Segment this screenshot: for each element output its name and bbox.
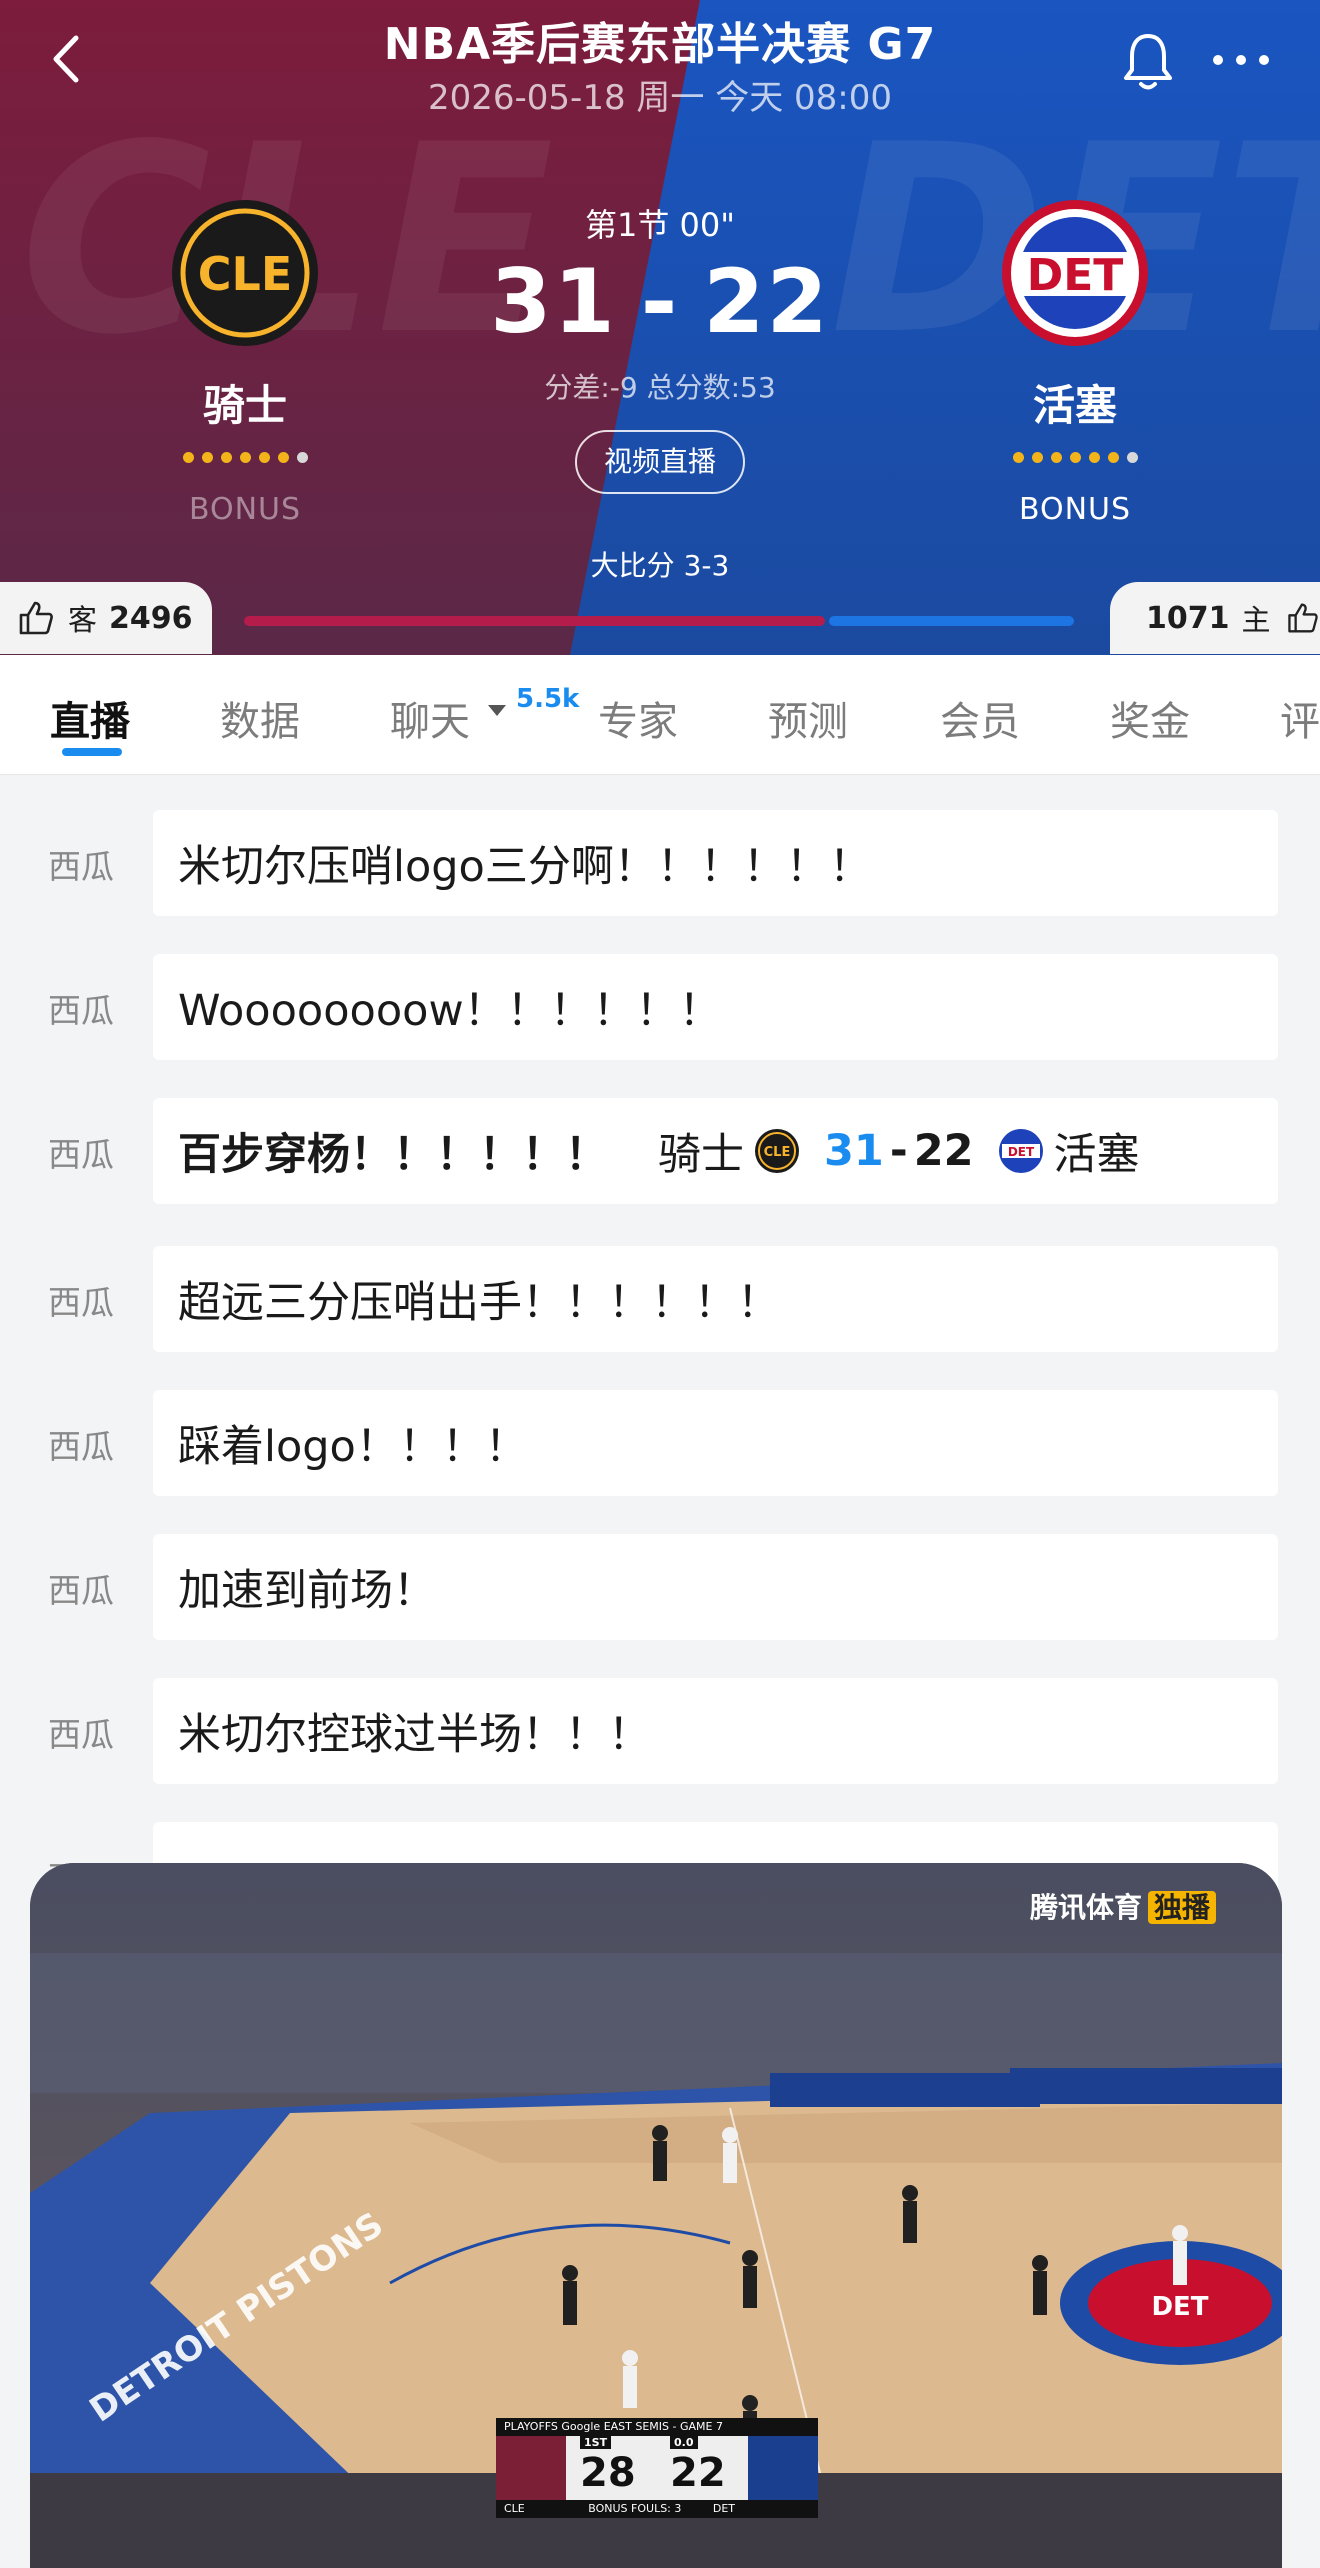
court-center-logo: DET — [1151, 2292, 1208, 2322]
tab-prize[interactable]: 奖金 — [1110, 689, 1190, 747]
comment-bubble: 加速到前场！ — [153, 1534, 1278, 1640]
tab-predict[interactable]: 预测 — [768, 689, 848, 747]
comment-text: 百步穿杨！！！！！！ — [178, 1130, 608, 1180]
score-line-home-score: 31 — [824, 1126, 884, 1176]
score-bug-header: PLAYOFFS Google EAST SEMIS - GAME 7 — [496, 2418, 818, 2436]
comment-author: 西瓜 — [48, 1283, 114, 1322]
comment-text: 超远三分压哨出手！！！！！！ — [178, 1278, 780, 1328]
score-separator: - — [640, 250, 680, 353]
score-diff-total: 分差:-9 总分数:53 — [544, 371, 776, 404]
svg-text:CLE: CLE — [764, 1145, 791, 1160]
score-right: 22 — [703, 250, 830, 353]
comment-text: 踩着logo！！！！ — [178, 1422, 528, 1472]
home-like-label: 主 — [1241, 603, 1271, 637]
comment-text: 米切尔控球过半场！！！ — [178, 1710, 651, 1760]
tab-data[interactable]: 数据 — [220, 689, 300, 747]
more-icon[interactable] — [1206, 30, 1276, 90]
svg-text:CLE: CLE — [198, 247, 293, 301]
active-tab-indicator — [62, 748, 122, 756]
score-bug-left-score: 28 — [580, 2450, 636, 2496]
cavaliers-logo[interactable]: CLE — [170, 198, 320, 348]
tv-score-bug: PLAYOFFS Google EAST SEMIS - GAME 7 28 2… — [496, 2418, 818, 2518]
watermark-text: 腾讯体育 — [1030, 1891, 1143, 1924]
timeouts-right — [945, 452, 1205, 463]
bell-icon[interactable] — [1118, 28, 1178, 94]
series-score: 大比分 3-3 — [590, 549, 730, 582]
tab-review[interactable]: 评 — [1280, 689, 1320, 747]
home-like-count: 1071 — [1146, 600, 1230, 636]
comment-text: 米切尔压哨logo三分啊！！！！！！ — [178, 842, 872, 892]
home-team-name: 骑士 — [202, 381, 287, 430]
bonus-left: BONUS — [188, 492, 302, 527]
away-team-name: 活塞 — [1032, 381, 1117, 430]
bonus-right: BONUS — [1018, 492, 1132, 527]
momentum-bar-right — [829, 616, 1074, 626]
score-bug-left-team: CLE — [504, 2502, 525, 2515]
tab-experts[interactable]: 专家 — [598, 689, 678, 747]
comment-author: 西瓜 — [48, 1571, 114, 1610]
score-line-away-score: 22 — [913, 1126, 974, 1176]
comment-bubble: 米切尔压哨logo三分啊！！！！！！ — [153, 810, 1278, 916]
score-bug-right-logo — [748, 2436, 818, 2500]
away-like-button[interactable]: 客 2496 — [0, 582, 212, 654]
video-live-button[interactable]: 视频直播 — [575, 430, 745, 494]
score-left: 31 — [490, 250, 617, 353]
score-bug-left-logo — [496, 2436, 566, 2500]
tab-live[interactable]: 直播 — [50, 689, 130, 747]
chat-count-badge: 5.5k — [516, 684, 580, 714]
score-line-sep: - — [889, 1126, 908, 1176]
score-bug-right-team: DET — [712, 2502, 736, 2515]
comment-text: Woooooooow！！！！！！ — [178, 986, 722, 1036]
score-bug-period: 1ST — [580, 2436, 612, 2449]
comment-author: 西瓜 — [48, 847, 114, 886]
tab-member[interactable]: 会员 — [940, 689, 1020, 747]
comment-text: 加速到前场！ — [178, 1566, 436, 1616]
comment-author: 西瓜 — [48, 991, 114, 1030]
comment-author: 西瓜 — [48, 1427, 114, 1466]
comment-bubble: 米切尔控球过半场！！！ — [153, 1678, 1278, 1784]
watermark-tag: 独播 — [1148, 1891, 1217, 1924]
video-watermark: 腾讯体育 独播 — [1030, 1886, 1217, 1926]
pistons-mini-logo: DET — [998, 1129, 1043, 1173]
svg-text:DET: DET — [1027, 250, 1124, 301]
comment-bubble: 踩着logo！！！！ — [153, 1390, 1278, 1496]
home-like-button[interactable]: 1071 主 — [1110, 582, 1320, 654]
scoreboard: 31-22 — [430, 250, 890, 353]
comment-bubble: Woooooooow！！！！！！ — [153, 954, 1278, 1060]
thumbs-up-icon — [1287, 603, 1318, 633]
comment-bubble: 百步穿杨！！！！！！ 骑士 CLE 31 - 22 DET 活塞 — [153, 1098, 1278, 1204]
comment-bubble: 超远三分压哨出手！！！！！！ — [153, 1246, 1278, 1352]
score-bug-scores: 28 22 1ST 0.0 — [566, 2436, 748, 2500]
cavaliers-mini-logo: CLE — [755, 1129, 799, 1173]
pistons-logo[interactable]: DET — [1000, 198, 1150, 348]
game-header: CLE DET NBA季后赛东部半决赛 G7 2026-05-18 周一 今天 … — [0, 0, 1320, 655]
momentum-bar-left — [244, 616, 825, 626]
score-line-home: 骑士 — [658, 1130, 744, 1180]
chevron-down-icon[interactable] — [488, 705, 506, 716]
game-period: 第1节 00" — [585, 206, 735, 244]
thumbs-up-icon — [19, 601, 53, 635]
score-bug-fouls: BONUS FOULS: 3 — [588, 2502, 682, 2515]
score-line-away: 活塞 — [1053, 1130, 1140, 1180]
timeouts-left — [115, 452, 375, 463]
comment-author: 西瓜 — [48, 1135, 114, 1174]
away-like-count: 2496 — [109, 600, 193, 636]
score-bug-footer: CLE BONUS FOULS: 3 DET — [496, 2500, 818, 2518]
score-bug-clock: 0.0 — [670, 2436, 698, 2449]
score-bug-right-score: 22 — [670, 2450, 726, 2496]
svg-text:DET: DET — [1007, 1145, 1034, 1159]
tab-bar: 直播 数据 聊天 专家 预测 会员 奖金 评 — [0, 655, 1320, 775]
away-like-label: 客 — [68, 603, 98, 637]
comment-author: 西瓜 — [48, 1715, 114, 1754]
tab-chat[interactable]: 聊天 — [390, 689, 470, 747]
